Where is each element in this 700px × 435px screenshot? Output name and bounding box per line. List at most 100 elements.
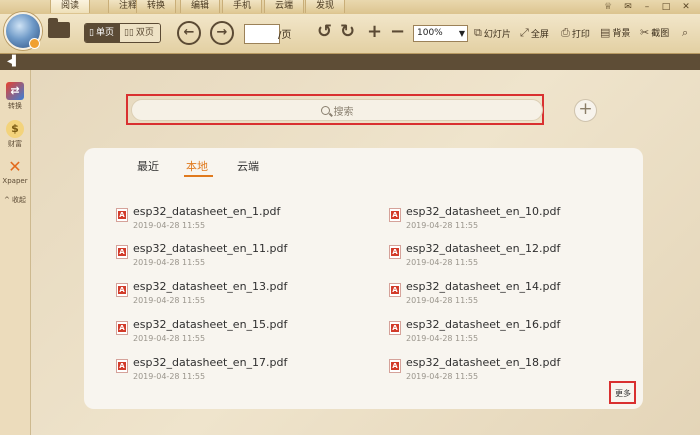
- search-icon: ⌕: [682, 26, 689, 39]
- wealth-icon: $: [6, 120, 24, 138]
- slideshow-button[interactable]: ⧉ 幻灯片: [474, 26, 511, 40]
- pdf-file-icon: [389, 321, 401, 335]
- next-page-icon[interactable]: →: [210, 21, 234, 45]
- sidebar-item-label: 财富: [8, 140, 22, 148]
- file-date: 2019-04-28 11:55: [133, 221, 206, 230]
- tab-cloud-files[interactable]: 云端: [237, 158, 259, 174]
- rotate-left-icon[interactable]: ↺: [317, 22, 332, 42]
- tab-mobile[interactable]: 手机: [222, 0, 263, 13]
- pdf-file-icon: [389, 359, 401, 373]
- slideshow-label: 幻灯片: [483, 29, 511, 40]
- rotate-right-icon[interactable]: ↻: [340, 22, 355, 42]
- printer-icon: ⎙: [561, 26, 570, 39]
- file-date: 2019-04-28 11:55: [133, 334, 206, 343]
- top-tab-bar: 阅读 注释 转换 编辑 手机 云端 发现 ♕ ✉ – □ ✕: [0, 0, 700, 15]
- file-panel: [84, 148, 643, 409]
- file-date: 2019-04-28 11:55: [133, 372, 206, 381]
- sidebar-item-wealth[interactable]: $ 财富: [0, 120, 30, 149]
- more-button[interactable]: 更多: [615, 388, 631, 399]
- fullscreen-button[interactable]: ⤢ 全屏: [520, 26, 549, 40]
- fullscreen-label: 全屏: [530, 29, 549, 40]
- prev-page-icon[interactable]: ←: [177, 21, 201, 45]
- double-page-label: 双页: [135, 28, 154, 38]
- left-sidebar: ⇄ 转换 $ 财富 ✕ Xpaper ^ 收起: [0, 70, 31, 435]
- pdf-file-icon: [116, 245, 128, 259]
- sidebar-item-label: 转换: [8, 102, 22, 110]
- zoom-in-icon[interactable]: +: [367, 22, 382, 42]
- screenshot-button[interactable]: ✂ 截图: [640, 26, 669, 39]
- overflow-icon[interactable]: ⌕: [682, 26, 688, 40]
- double-page-button[interactable]: ▯▯ 双页: [119, 24, 160, 42]
- file-name: esp32_datasheet_en_12.pdf: [406, 242, 561, 255]
- search-placeholder: 搜索: [333, 107, 354, 118]
- single-page-label: 单页: [95, 28, 114, 38]
- background-label: 背景: [612, 29, 631, 39]
- single-page-icon: ▯: [89, 28, 94, 38]
- scissors-icon: ✂: [640, 26, 650, 39]
- file-date: 2019-04-28 11:55: [406, 334, 479, 343]
- file-name: esp32_datasheet_en_13.pdf: [133, 280, 288, 293]
- tab-cloud[interactable]: 云端: [264, 0, 305, 13]
- file-date: 2019-04-28 11:55: [406, 296, 479, 305]
- pdf-file-icon: [116, 359, 128, 373]
- pdf-file-icon: [116, 208, 128, 222]
- close-icon[interactable]: ✕: [681, 2, 691, 12]
- file-date: 2019-04-28 11:55: [406, 258, 479, 267]
- file-name: esp32_datasheet_en_15.pdf: [133, 318, 288, 331]
- double-page-icon: ▯▯: [123, 28, 134, 38]
- zoom-out-icon[interactable]: −: [390, 22, 405, 42]
- pdf-file-icon: [389, 283, 401, 297]
- toolbar: ▯ 单页 ▯▯ 双页 ← → /页 ↺ ↻ + − 100% ▼ ⧉ 幻灯片 ⤢…: [0, 12, 700, 54]
- file-date: 2019-04-28 11:55: [133, 258, 206, 267]
- slideshow-icon: ⧉: [474, 26, 482, 39]
- tab-recent[interactable]: 最近: [137, 158, 159, 174]
- page-number-input[interactable]: [244, 24, 280, 44]
- tab-edit[interactable]: 编辑: [180, 0, 221, 13]
- tab-read[interactable]: 阅读: [50, 0, 91, 13]
- sidebar-collapse[interactable]: ^ 收起: [0, 195, 30, 205]
- feedback-icon[interactable]: ✉: [623, 2, 633, 12]
- page-view-toggle: ▯ 单页 ▯▯ 双页: [84, 23, 161, 43]
- file-name: esp32_datasheet_en_1.pdf: [133, 205, 281, 218]
- pdf-file-icon: [389, 245, 401, 259]
- collapse-sidebar-icon[interactable]: ◂▌: [7, 57, 20, 67]
- zoom-select[interactable]: 100% ▼: [413, 25, 468, 42]
- sidebar-toggle-bar: ◂▌: [0, 54, 700, 70]
- print-label: 打印: [571, 29, 590, 40]
- active-tab-underline: [184, 175, 213, 177]
- page-suffix: /页: [278, 30, 292, 41]
- vip-badge-icon: [29, 38, 40, 49]
- tab-convert[interactable]: 转换: [136, 0, 177, 13]
- xpaper-icon: ✕: [8, 157, 22, 176]
- add-file-button[interactable]: +: [574, 99, 597, 122]
- screenshot-label: 截图: [651, 29, 670, 39]
- search-icon: [320, 106, 330, 115]
- tab-discover[interactable]: 发现: [305, 0, 346, 13]
- skin-icon[interactable]: ♕: [603, 2, 613, 12]
- file-name: esp32_datasheet_en_18.pdf: [406, 356, 561, 369]
- print-button[interactable]: ⎙ 打印: [561, 26, 590, 40]
- background-icon: ▤: [600, 26, 611, 39]
- maximize-icon[interactable]: □: [661, 2, 671, 12]
- file-name: esp32_datasheet_en_16.pdf: [406, 318, 561, 331]
- single-page-button[interactable]: ▯ 单页: [85, 24, 120, 42]
- convert-icon: ⇄: [6, 82, 24, 100]
- pdf-file-icon: [116, 321, 128, 335]
- chevron-down-icon: ▼: [458, 29, 465, 38]
- sidebar-item-convert[interactable]: ⇄ 转换: [0, 82, 30, 111]
- search-input[interactable]: 搜索: [131, 99, 543, 121]
- minimize-icon[interactable]: –: [642, 2, 652, 12]
- tab-local[interactable]: 本地: [186, 158, 208, 174]
- file-name: esp32_datasheet_en_17.pdf: [133, 356, 288, 369]
- open-folder-icon[interactable]: [48, 18, 70, 38]
- file-date: 2019-04-28 11:55: [406, 221, 479, 230]
- pdf-file-icon: [116, 283, 128, 297]
- file-name: esp32_datasheet_en_11.pdf: [133, 242, 288, 255]
- fullscreen-icon: ⤢: [520, 26, 529, 39]
- sidebar-item-xpaper[interactable]: ✕ Xpaper: [0, 157, 30, 186]
- background-button[interactable]: ▤ 背景: [600, 26, 630, 39]
- file-name: esp32_datasheet_en_14.pdf: [406, 280, 561, 293]
- pdf-file-icon: [389, 208, 401, 222]
- zoom-value: 100%: [417, 28, 443, 38]
- file-date: 2019-04-28 11:55: [406, 372, 479, 381]
